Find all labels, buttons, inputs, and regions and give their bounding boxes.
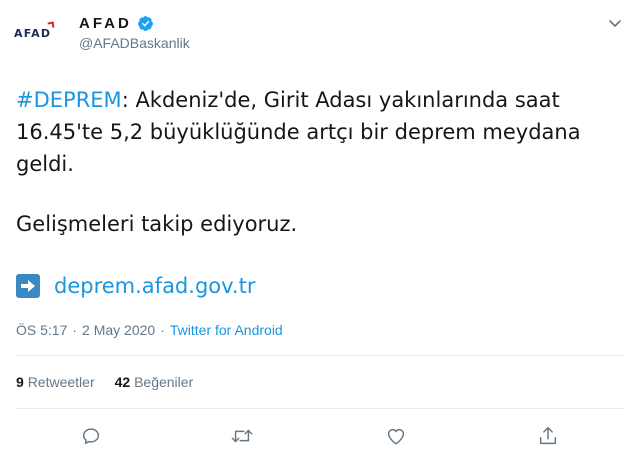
likes-stat[interactable]: 42 Beğeniler	[115, 374, 194, 390]
share-button[interactable]	[536, 424, 560, 448]
display-name-row: AFAD	[79, 14, 190, 33]
right-arrow-glyph	[21, 280, 35, 292]
retweet-button[interactable]	[230, 424, 254, 448]
likes-count: 42	[114, 374, 131, 390]
tweet-stats: 9 Retweetler 42 Beğeniler	[16, 374, 193, 390]
share-icon	[539, 427, 557, 445]
tweet-line-2: 16.45'te 5,2 büyüklüğünde artçı bir depr…	[16, 120, 581, 144]
verified-badge-icon	[137, 16, 153, 31]
tweet-source-link[interactable]: Twitter for Android	[170, 322, 283, 338]
tweet-card: AFAD AFAD @AFADBaskanlik #DEPREM: Akdeni…	[0, 0, 640, 462]
user-handle[interactable]: @AFADBaskanlik	[79, 35, 190, 51]
retweets-stat[interactable]: 9 Retweetler	[16, 374, 95, 390]
tweet-line-3: geldi.	[16, 152, 74, 176]
tweet-time[interactable]: ÖS 5:17	[16, 322, 67, 338]
retweet-icon	[231, 429, 253, 443]
tweet-line-1-text: : Akdeniz'de, Girit Adası yakınlarında s…	[121, 88, 560, 112]
meta-separator: ·	[72, 322, 78, 338]
heart-icon	[387, 428, 405, 445]
retweets-count: 9	[16, 374, 24, 390]
avatar-logo-text: AFAD	[14, 26, 52, 40]
tweet-text: #DEPREM: Akdeniz'de, Girit Adası yakınla…	[16, 84, 626, 240]
reply-icon	[82, 428, 100, 445]
avatar[interactable]: AFAD	[14, 18, 62, 48]
tweet-meta: ÖS 5:17 · 2 May 2020 · Twitter for Andro…	[16, 322, 283, 338]
website-link[interactable]: deprem.afad.gov.tr	[54, 274, 255, 298]
action-bar	[0, 424, 640, 452]
chevron-down-icon[interactable]	[608, 16, 622, 30]
link-row[interactable]: deprem.afad.gov.tr	[16, 274, 255, 298]
tweet-line-4: Gelişmeleri takip ediyoruz.	[16, 212, 298, 236]
logo-accent-icon	[47, 21, 55, 28]
retweets-label: Retweetler	[27, 374, 95, 390]
afad-logo: AFAD	[14, 21, 55, 40]
divider	[16, 408, 624, 409]
display-name[interactable]: AFAD	[79, 15, 132, 32]
tweet-line-1: #DEPREM: Akdeniz'de, Girit Adası yakınla…	[16, 84, 626, 116]
user-info[interactable]: AFAD @AFADBaskanlik	[79, 14, 190, 51]
right-arrow-icon	[16, 274, 40, 298]
meta-separator: ·	[160, 322, 165, 338]
reply-button[interactable]	[79, 424, 103, 448]
divider	[16, 355, 624, 356]
hashtag-link[interactable]: #DEPREM	[16, 88, 122, 112]
like-button[interactable]	[384, 424, 408, 448]
tweet-date[interactable]: 2 May 2020	[82, 322, 155, 338]
likes-label: Beğeniler	[134, 374, 194, 390]
